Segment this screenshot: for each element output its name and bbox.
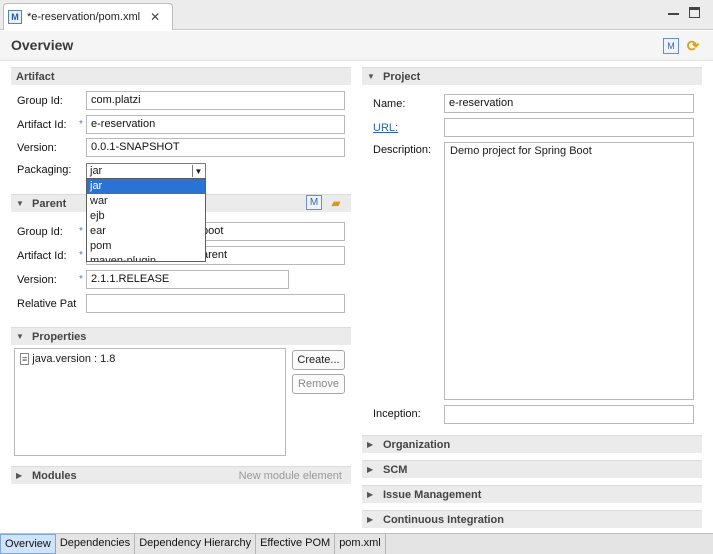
section-title-properties: Properties bbox=[32, 330, 87, 343]
required-marker: * bbox=[79, 119, 83, 130]
close-icon[interactable]: ✕ bbox=[150, 10, 160, 24]
expanded-twisty-icon: ▼ bbox=[367, 72, 375, 81]
issue-management-section-header[interactable]: ▶ Issue Management bbox=[362, 485, 702, 503]
packaging-selected-value: jar bbox=[90, 165, 103, 177]
artifact-id-label: Artifact Id: bbox=[17, 119, 67, 131]
collapsed-twisty-icon: ▶ bbox=[16, 471, 23, 480]
create-property-button[interactable]: Create... bbox=[292, 350, 345, 370]
packaging-option-maven-plugin[interactable]: maven-plugin bbox=[87, 254, 205, 261]
editor-tab-pom[interactable]: M *e-reservation/pom.xml ✕ bbox=[3, 3, 173, 30]
relative-path-label: Relative Pat bbox=[17, 298, 77, 310]
scm-section-header[interactable]: ▶ SCM bbox=[362, 460, 702, 478]
organization-section-header[interactable]: ▶ Organization bbox=[362, 435, 702, 453]
remove-property-button[interactable]: Remove bbox=[292, 374, 345, 394]
packaging-option-jar[interactable]: jar bbox=[87, 179, 205, 194]
artifact-section-header: Artifact bbox=[11, 67, 351, 85]
tab-overview[interactable]: Overview bbox=[0, 534, 56, 554]
section-title-issue-management: Issue Management bbox=[383, 488, 482, 501]
parent-group-id-label: Group Id: bbox=[17, 226, 63, 238]
project-section-header[interactable]: ▼ Project bbox=[362, 67, 702, 85]
section-title-continuous-integration: Continuous Integration bbox=[383, 513, 504, 526]
section-title-modules: Modules bbox=[32, 469, 77, 482]
chevron-down-icon[interactable]: ▼ bbox=[192, 165, 204, 177]
collapsed-twisty-icon: ▶ bbox=[367, 465, 374, 474]
properties-list[interactable]: ≡ java.version : 1.8 bbox=[14, 348, 286, 456]
editor-tab-title: *e-reservation/pom.xml bbox=[27, 11, 141, 23]
open-folder-icon[interactable]: ▰ bbox=[328, 195, 344, 210]
bottom-tab-bar: Overview Dependencies Dependency Hierarc… bbox=[0, 533, 713, 554]
project-description-label: Description: bbox=[373, 144, 432, 156]
section-title-organization: Organization bbox=[383, 438, 451, 451]
new-module-link[interactable]: New module element bbox=[239, 470, 342, 482]
collapsed-twisty-icon: ▶ bbox=[367, 490, 374, 499]
modules-section-header[interactable]: ▶ Modules New module element bbox=[11, 466, 351, 484]
property-icon: ≡ bbox=[20, 353, 30, 365]
artifact-id-field[interactable]: e-reservation bbox=[86, 115, 345, 134]
property-text: java.version : 1.8 bbox=[32, 353, 116, 365]
select-parent-icon[interactable]: M bbox=[306, 195, 322, 210]
tab-effective-pom[interactable]: Effective POM bbox=[256, 534, 336, 554]
tab-dependency-hierarchy[interactable]: Dependency Hierarchy bbox=[135, 534, 257, 554]
project-name-field[interactable]: e-reservation bbox=[444, 94, 694, 113]
section-title-parent: Parent bbox=[32, 197, 67, 210]
project-name-label: Name: bbox=[373, 98, 406, 110]
tab-pom-xml[interactable]: pom.xml bbox=[335, 534, 386, 554]
properties-section-header[interactable]: ▼ Properties bbox=[11, 327, 351, 345]
refresh-icon[interactable]: ⟳ bbox=[685, 38, 701, 55]
page-title: Overview bbox=[11, 37, 74, 53]
collapsed-twisty-icon: ▶ bbox=[367, 515, 374, 524]
maximize-icon[interactable] bbox=[689, 7, 700, 18]
packaging-option-war[interactable]: war bbox=[87, 194, 205, 209]
version-label: Version: bbox=[17, 142, 57, 154]
expanded-twisty-icon: ▼ bbox=[16, 332, 24, 341]
project-url-link[interactable]: URL: bbox=[373, 122, 398, 134]
version-field[interactable]: 0.0.1-SNAPSHOT bbox=[86, 138, 345, 157]
minimize-icon[interactable] bbox=[668, 7, 679, 15]
parent-artifact-id-label: Artifact Id: bbox=[17, 250, 67, 262]
packaging-select[interactable]: jar ▼ bbox=[86, 163, 206, 179]
section-title-artifact: Artifact bbox=[16, 70, 55, 83]
tab-dependencies[interactable]: Dependencies bbox=[56, 534, 136, 554]
expanded-twisty-icon: ▼ bbox=[16, 199, 24, 208]
required-marker: * bbox=[79, 274, 83, 285]
editor-tab-bar: M *e-reservation/pom.xml ✕ bbox=[0, 0, 713, 30]
required-marker: * bbox=[79, 250, 83, 261]
form-header: Overview M ⟳ bbox=[0, 31, 713, 61]
packaging-option-pom[interactable]: pom bbox=[87, 239, 205, 254]
list-item[interactable]: ≡ java.version : 1.8 bbox=[20, 353, 115, 365]
group-id-label: Group Id: bbox=[17, 95, 63, 107]
group-id-field[interactable]: com.platzi bbox=[86, 91, 345, 110]
parent-version-field[interactable]: 2.1.1.RELEASE bbox=[86, 270, 289, 289]
required-marker: * bbox=[79, 226, 83, 237]
packaging-option-ejb[interactable]: ejb bbox=[87, 209, 205, 224]
packaging-label: Packaging: bbox=[17, 164, 72, 176]
inception-label: Inception: bbox=[373, 408, 421, 420]
project-description-field[interactable]: Demo project for Spring Boot bbox=[444, 142, 694, 400]
inception-field[interactable] bbox=[444, 405, 694, 424]
project-url-field[interactable] bbox=[444, 118, 694, 137]
section-title-scm: SCM bbox=[383, 463, 408, 476]
continuous-integration-section-header[interactable]: ▶ Continuous Integration bbox=[362, 510, 702, 528]
section-title-project: Project bbox=[383, 70, 421, 83]
parent-version-label: Version: bbox=[17, 274, 57, 286]
packaging-option-ear[interactable]: ear bbox=[87, 224, 205, 239]
packaging-dropdown: jar war ejb ear pom maven-plugin bbox=[86, 178, 206, 262]
collapsed-twisty-icon: ▶ bbox=[367, 440, 374, 449]
relative-path-field[interactable] bbox=[86, 294, 345, 313]
maven-file-icon: M bbox=[8, 10, 22, 24]
show-pom-icon[interactable]: M bbox=[663, 38, 679, 54]
